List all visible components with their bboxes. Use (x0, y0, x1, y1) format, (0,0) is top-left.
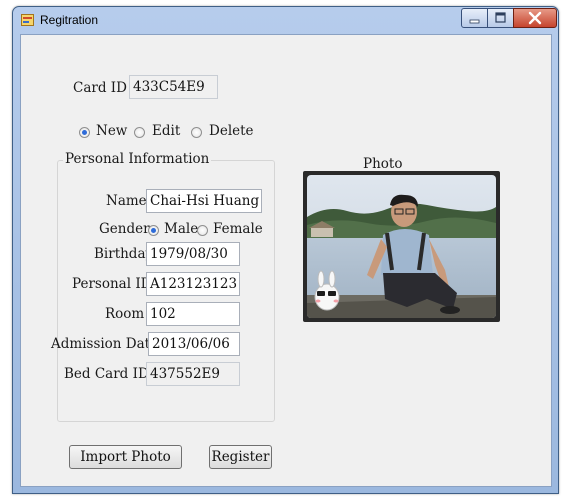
name-label: Name (106, 193, 147, 209)
delete-radio[interactable] (191, 127, 202, 138)
admission-date-field[interactable]: 2013/06/06 (148, 332, 240, 356)
personal-id-label: Personal ID (72, 276, 152, 292)
personal-info-title: Personal Information (63, 151, 212, 167)
photo-label: Photo (363, 156, 403, 172)
personal-id-field[interactable]: A123123123 (146, 272, 240, 296)
male-radio[interactable] (148, 225, 159, 236)
close-button[interactable] (513, 8, 557, 28)
bed-card-id-field[interactable]: 437552E9 (146, 362, 240, 386)
female-radio-label: Female (213, 221, 263, 237)
card-id-label: Card ID (73, 80, 127, 96)
minimize-icon (469, 19, 480, 24)
birthday-field[interactable]: 1979/08/30 (146, 242, 240, 266)
delete-radio-label: Delete (209, 123, 254, 139)
import-photo-button[interactable]: Import Photo (69, 445, 182, 469)
registration-window: Regitration Card ID 433C54E9 New Edit De… (12, 6, 559, 494)
title-bar[interactable]: Regitration (13, 7, 558, 34)
window-title: Regitration (40, 13, 99, 27)
form-client-area: Card ID 433C54E9 New Edit Delete Persona… (20, 34, 552, 487)
room-field[interactable]: 102 (146, 302, 240, 326)
maximize-button[interactable] (487, 8, 514, 28)
new-radio-label: New (96, 123, 128, 139)
close-icon (528, 11, 542, 25)
card-id-field[interactable]: 433C54E9 (129, 75, 218, 99)
room-label: Room (105, 306, 145, 322)
photo-frame (303, 171, 500, 322)
minimize-button[interactable] (461, 8, 488, 28)
admission-date-label: Admission Date (51, 336, 159, 352)
person-photo (307, 175, 496, 318)
bed-card-id-label: Bed Card ID (64, 366, 149, 382)
edit-radio-label: Edit (152, 123, 181, 139)
male-radio-label: Male (164, 221, 199, 237)
edit-radio[interactable] (134, 127, 145, 138)
birthday-label: Birthday (94, 246, 154, 262)
new-radio[interactable] (79, 127, 90, 138)
gender-label: Gender (99, 221, 150, 237)
name-field[interactable]: Chai-Hsi Huang (146, 189, 262, 213)
female-radio[interactable] (197, 225, 208, 236)
photo-picturebox[interactable] (307, 175, 496, 318)
register-button[interactable]: Register (209, 445, 272, 469)
maximize-icon (495, 12, 506, 23)
form-icon (21, 14, 34, 26)
